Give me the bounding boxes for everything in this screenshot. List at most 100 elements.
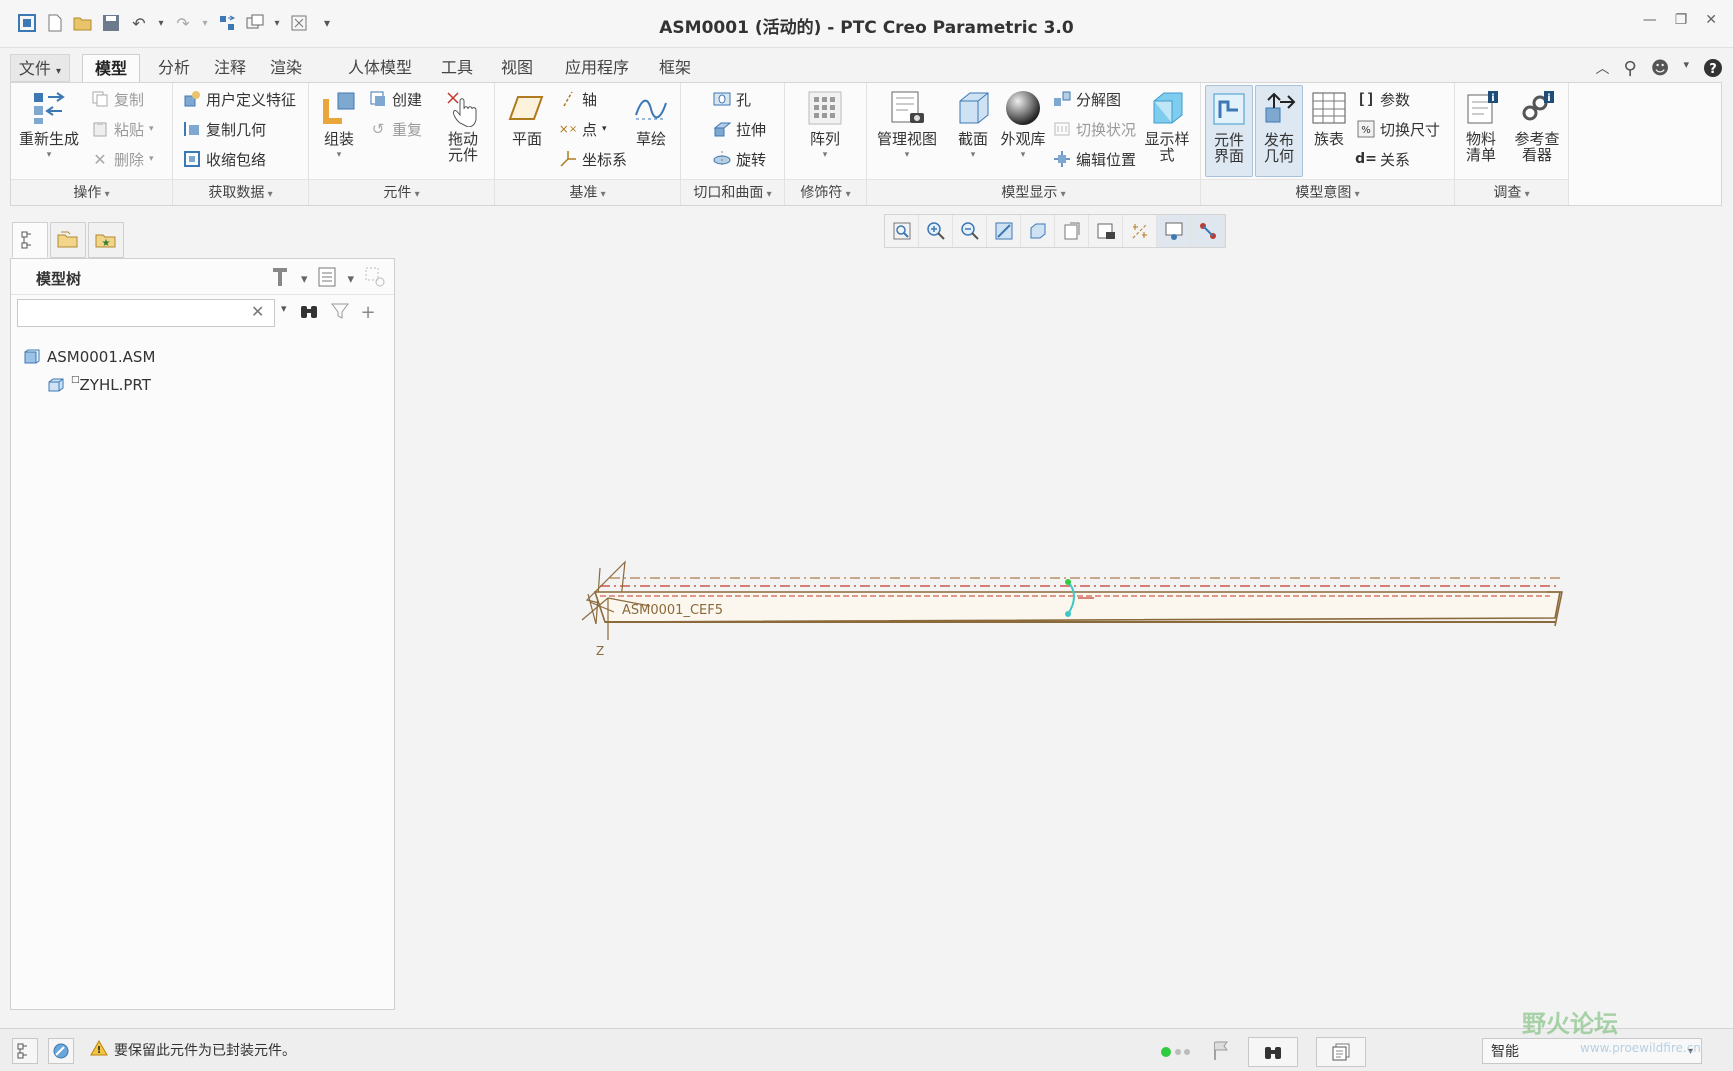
find-binoculars-icon[interactable] — [299, 302, 319, 324]
maximize-icon[interactable]: ❐ — [1675, 12, 1688, 28]
group-label-get-data[interactable]: 获取数据 — [173, 179, 308, 205]
model-tree-tab-icon[interactable] — [12, 222, 48, 258]
saved-orientations-icon[interactable] — [1055, 215, 1089, 247]
help-icon[interactable]: ? — [1703, 58, 1723, 83]
reference-viewer-button[interactable]: i 参考查 看器 — [1509, 89, 1565, 163]
tree-show-dropdown-icon[interactable]: ▾ — [347, 272, 354, 287]
manage-views-button[interactable]: 管理视图 ▾ — [875, 89, 939, 163]
group-label-model-display[interactable]: 模型显示 — [867, 179, 1200, 205]
add-column-icon[interactable]: + — [361, 302, 376, 324]
group-label-datum[interactable]: 基准 — [495, 179, 680, 205]
assemble-dropdown-icon[interactable]: ▾ — [337, 147, 342, 163]
search-input[interactable] — [17, 299, 275, 327]
clear-search-icon[interactable]: ✕ — [251, 302, 264, 321]
shrinkwrap-button[interactable]: 收缩包络 — [183, 147, 266, 171]
filter-icon[interactable] — [330, 302, 349, 324]
section-dropdown-icon[interactable]: ▾ — [971, 147, 976, 163]
hole-button[interactable]: 孔 — [713, 87, 751, 111]
tab-applications[interactable]: 应用程序 — [554, 54, 640, 82]
tree-settings-icon[interactable] — [269, 266, 291, 292]
sketch-button[interactable]: 草绘 — [623, 89, 679, 147]
tab-analysis[interactable]: 分析 — [150, 54, 198, 82]
graphics-window[interactable]: ASM0001_CEF5 Z — [400, 250, 1722, 1010]
annotation-display-icon[interactable] — [1191, 215, 1225, 247]
zoom-out-icon[interactable] — [953, 215, 987, 247]
extrude-button[interactable]: 拉伸 — [713, 117, 766, 141]
find-button[interactable] — [1248, 1037, 1298, 1067]
family-table-button[interactable]: 族表 — [1307, 89, 1351, 147]
close-icon[interactable]: ✕ — [1705, 12, 1717, 28]
community-icon[interactable]: ☻ — [1651, 58, 1670, 83]
group-label-operations[interactable]: 操作 — [11, 179, 172, 205]
tab-view[interactable]: 视图 — [494, 54, 540, 82]
paste-button[interactable]: 粘贴 ▾ — [91, 117, 154, 141]
plane-button[interactable]: 平面 — [499, 89, 555, 147]
tab-manikin[interactable]: 人体模型 — [340, 54, 420, 82]
copy-geometry-button[interactable]: 复制几何 — [183, 117, 266, 141]
toggle-status-button[interactable]: 切换状况 — [1053, 117, 1136, 141]
tree-item-assembly[interactable]: ASM0001.ASM — [23, 343, 155, 371]
tab-tools[interactable]: 工具 — [434, 54, 480, 82]
tab-render[interactable]: 渲染 — [262, 54, 310, 82]
component-interface-button[interactable]: 元件 界面 — [1205, 85, 1253, 177]
folder-browser-tab-icon[interactable] — [50, 222, 86, 258]
tab-framework[interactable]: 框架 — [652, 54, 698, 82]
toggle-navigator-icon[interactable] — [12, 1038, 38, 1064]
zoom-in-icon[interactable] — [919, 215, 953, 247]
group-label-cut-surface[interactable]: 切口和曲面 — [681, 179, 784, 205]
csys-button[interactable]: 坐标系 — [559, 147, 627, 171]
revolve-button[interactable]: 旋转 — [713, 147, 766, 171]
favorites-tab-icon[interactable]: ★ — [88, 222, 124, 258]
community-dropdown-icon[interactable]: ▾ — [1683, 58, 1689, 83]
refit-icon[interactable] — [885, 215, 919, 247]
search-dropdown-icon[interactable]: ▾ — [281, 302, 287, 324]
manage-views-dropdown-icon[interactable]: ▾ — [905, 147, 910, 163]
regen-status-icon[interactable] — [1160, 1046, 1194, 1058]
appearance-gallery-button[interactable]: 外观库 ▾ — [995, 89, 1051, 163]
udf-button[interactable]: 用户定义特征 — [183, 87, 296, 111]
spin-center-icon[interactable] — [1157, 215, 1191, 247]
selection-button[interactable] — [1316, 1037, 1366, 1067]
switch-dimensions-button[interactable]: % 切换尺寸 — [1357, 117, 1440, 141]
edit-position-button[interactable]: 编辑位置 — [1053, 147, 1136, 171]
tree-settings-dropdown-icon[interactable]: ▾ — [301, 272, 308, 287]
exploded-view-button[interactable]: 分解图 — [1053, 87, 1121, 111]
relations-button[interactable]: d= 关系 — [1355, 147, 1410, 171]
tab-file[interactable]: 文件 ▾ — [10, 54, 70, 82]
repeat-button[interactable]: ↺ 重复 — [369, 117, 422, 141]
repaint-icon[interactable] — [987, 215, 1021, 247]
bill-of-materials-button[interactable]: i 物料 清单 — [1457, 89, 1505, 163]
pattern-button[interactable]: 阵列 ▾ — [797, 89, 853, 163]
minimize-icon[interactable]: — — [1643, 12, 1657, 28]
axis-button[interactable]: 轴 — [559, 87, 597, 111]
publish-geometry-button[interactable]: 发布 几何 — [1255, 85, 1303, 177]
drag-components-button[interactable]: 拖动 元件 — [435, 89, 491, 163]
delete-button[interactable]: ✕ 删除 ▾ — [91, 147, 153, 171]
section-button[interactable]: 截面 ▾ — [945, 89, 1001, 163]
group-label-model-intent[interactable]: 模型意图 — [1201, 179, 1454, 205]
point-button[interactable]: × × 点 ▾ — [559, 117, 607, 141]
group-label-investigate[interactable]: 调查 — [1455, 179, 1568, 205]
display-style-button[interactable]: 显示样 式 — [1139, 89, 1195, 163]
tab-model[interactable]: 模型 — [82, 54, 140, 82]
display-style-view-icon[interactable] — [1021, 215, 1055, 247]
tree-show-icon[interactable] — [317, 266, 337, 292]
tree-item-part[interactable]: □ ZYHL.PRT — [23, 371, 155, 399]
datum-display-icon[interactable] — [1123, 215, 1157, 247]
assemble-button[interactable]: 组装 ▾ — [311, 89, 367, 163]
view-manager-icon[interactable] — [1089, 215, 1123, 247]
pattern-dropdown-icon[interactable]: ▾ — [823, 147, 828, 163]
group-label-modifiers[interactable]: 修饰符 — [785, 179, 866, 205]
regenerate-button[interactable]: 重新生成 ▾ — [17, 89, 81, 163]
datum-label[interactable]: ASM0001_CEF5 — [622, 603, 723, 618]
browser-icon[interactable] — [48, 1038, 74, 1064]
flag-icon[interactable] — [1212, 1040, 1230, 1064]
search-icon[interactable]: ⚲ — [1624, 58, 1637, 83]
create-button[interactable]: 创建 — [369, 87, 422, 111]
parameters-button[interactable]: [] 参数 — [1357, 87, 1410, 111]
group-label-component[interactable]: 元件 — [309, 179, 494, 205]
tab-annotate[interactable]: 注释 — [206, 54, 254, 82]
regenerate-dropdown-icon[interactable]: ▾ — [47, 147, 52, 163]
copy-button[interactable]: 复制 — [91, 87, 144, 111]
minimize-ribbon-icon[interactable]: ︿ — [1596, 58, 1610, 83]
